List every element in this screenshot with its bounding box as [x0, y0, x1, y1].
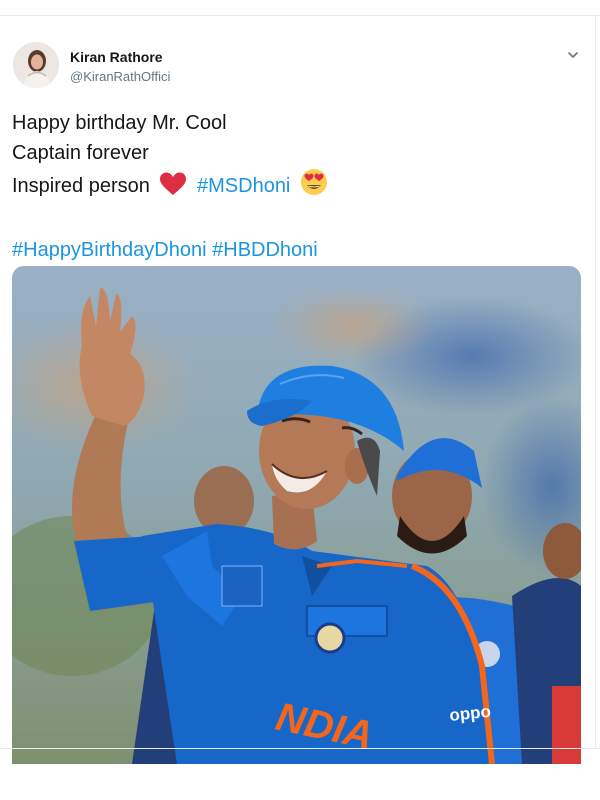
hashtag-link-msdhoni[interactable]: #MSDhoni — [197, 175, 290, 197]
tweet-text-line: Captain forever — [12, 142, 149, 164]
tweet-media-photo[interactable]: NDIA oppo — [12, 266, 581, 764]
tweet-text: Happy birthday Mr. Cool Captain forever … — [12, 108, 332, 265]
hashtag-link-hbddhoni[interactable]: #HBDDhoni — [212, 239, 318, 261]
hashtag-link-happybirthdaydhoni[interactable]: #HappyBirthdayDhoni — [12, 239, 207, 261]
tweet-text-line: Happy birthday Mr. Cool — [12, 112, 227, 134]
author-display-name[interactable]: Kiran Rathore — [70, 49, 163, 65]
tweet-card[interactable]: Kiran Rathore @KiranRathOffici Happy bir… — [0, 16, 596, 764]
tweet-text-segment: Inspired person — [12, 175, 150, 197]
tweet-text-blank-line — [12, 205, 332, 235]
avatar[interactable] — [13, 42, 59, 88]
bottom-divider — [0, 748, 600, 749]
heart-eyes-emoji-icon — [300, 168, 328, 205]
red-heart-icon — [159, 172, 187, 205]
tweet-text-line: #HappyBirthdayDhoni #HBDDhoni — [12, 235, 332, 265]
author-handle[interactable]: @KiranRathOffici — [70, 69, 170, 84]
tweet-text-line: Inspired person #MSDhoni — [12, 168, 332, 205]
chevron-down-icon[interactable] — [565, 47, 581, 63]
